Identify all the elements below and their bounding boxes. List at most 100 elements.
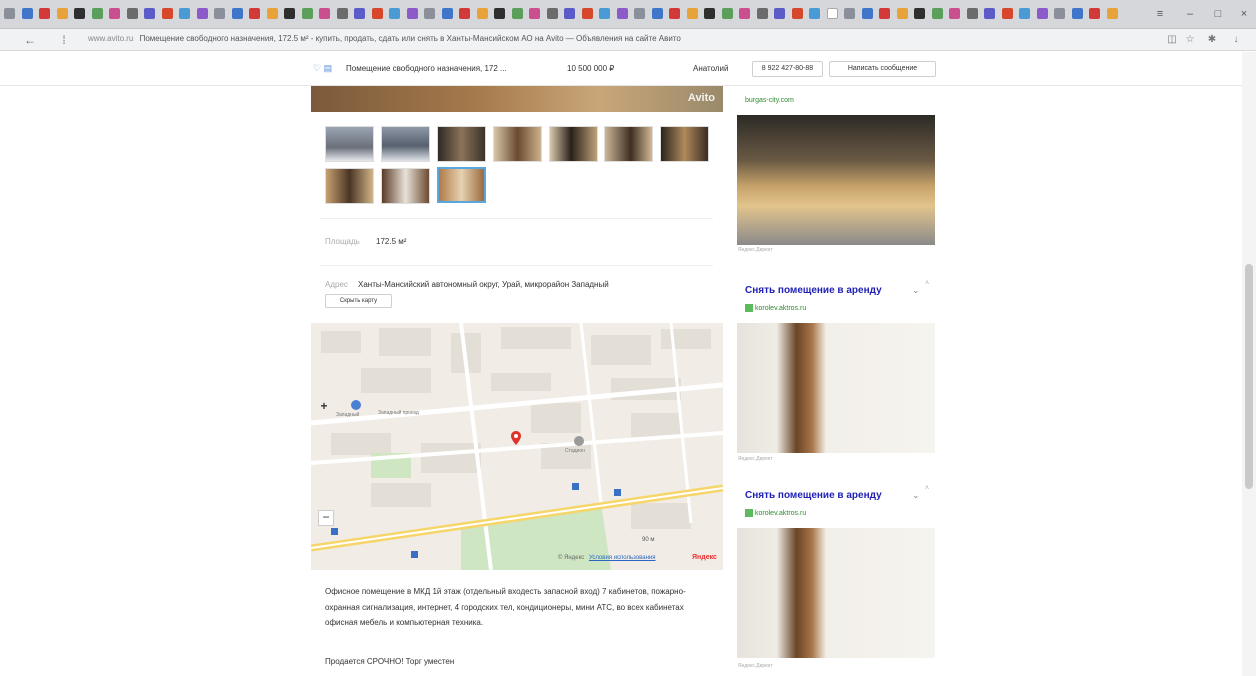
browser-tab[interactable] <box>931 8 943 19</box>
map-zoom-out-button[interactable]: − <box>318 510 334 526</box>
browser-tab[interactable] <box>424 8 435 19</box>
photo-thumbnail-selected[interactable] <box>437 167 486 203</box>
ad-domain[interactable]: korolev.aktros.ru <box>755 305 806 312</box>
photo-thumbnail[interactable] <box>325 168 374 204</box>
ad-menu-chevron-icon[interactable]: ⌄ <box>912 490 920 501</box>
browser-tab[interactable] <box>494 8 505 19</box>
browser-tab[interactable] <box>319 8 330 19</box>
download-icon[interactable]: ↓ <box>1228 32 1244 48</box>
browser-tab[interactable] <box>441 8 453 19</box>
photo-thumbnail[interactable] <box>549 126 598 162</box>
browser-tab[interactable] <box>249 8 260 19</box>
browser-tab[interactable] <box>529 8 540 19</box>
browser-tab[interactable] <box>109 8 120 19</box>
minimize-icon[interactable]: – <box>1182 6 1198 22</box>
map-terms-link[interactable]: Условия использования <box>589 555 656 561</box>
browser-tab[interactable] <box>1071 8 1083 19</box>
browser-tab[interactable] <box>406 8 418 19</box>
browser-tab[interactable] <box>336 8 348 19</box>
ad-close-icon[interactable]: ˄ <box>925 485 929 492</box>
browser-tab[interactable] <box>721 8 733 19</box>
browser-tab[interactable] <box>126 8 138 19</box>
scrollbar-thumb[interactable] <box>1245 264 1253 489</box>
photo-thumbnail[interactable] <box>604 126 653 162</box>
browser-tab[interactable] <box>56 8 68 19</box>
ad-close-icon[interactable]: ˄ <box>925 280 929 287</box>
active-tab[interactable] <box>826 8 838 19</box>
ad-title[interactable]: Снять помещение в аренду <box>745 490 882 501</box>
bookmark-icon[interactable]: ☆ <box>1182 32 1198 48</box>
browser-tab[interactable] <box>634 8 645 19</box>
browser-tab[interactable] <box>354 8 365 19</box>
browser-tab[interactable] <box>74 8 85 19</box>
browser-tab[interactable] <box>4 8 15 19</box>
browser-tab[interactable] <box>669 8 680 19</box>
map[interactable] <box>311 323 723 570</box>
ad-block[interactable]: Снять помещение в аренду ⌄ ˄ korolev.akt… <box>736 275 936 465</box>
browser-tab[interactable] <box>1019 8 1030 19</box>
browser-tab[interactable] <box>1001 8 1013 19</box>
ad-image[interactable] <box>737 528 935 658</box>
browser-tab[interactable] <box>581 8 593 19</box>
browser-tab[interactable] <box>914 8 925 19</box>
browser-tab[interactable] <box>599 8 610 19</box>
ad-domain[interactable]: burgas-city.com <box>745 97 794 104</box>
maximize-icon[interactable]: □ <box>1210 6 1226 22</box>
browser-tab[interactable] <box>704 8 715 19</box>
browser-tab[interactable] <box>739 8 750 19</box>
browser-tab[interactable] <box>756 8 768 19</box>
browser-tab[interactable] <box>896 8 908 19</box>
map-zoom-in-button[interactable]: + <box>316 398 332 414</box>
browser-tab[interactable] <box>844 8 855 19</box>
map-canvas[interactable] <box>311 323 723 570</box>
photo-thumbnail[interactable] <box>437 126 486 162</box>
tab-list-icon[interactable]: ≡ <box>1152 6 1168 22</box>
browser-tab[interactable] <box>39 8 50 19</box>
browser-tab[interactable] <box>459 8 470 19</box>
browser-tab[interactable] <box>616 8 628 19</box>
browser-tab[interactable] <box>196 8 208 19</box>
browser-tab[interactable] <box>389 8 400 19</box>
close-icon[interactable]: × <box>1236 6 1252 22</box>
browser-tab[interactable] <box>546 8 558 19</box>
browser-tab[interactable] <box>231 8 243 19</box>
browser-tab[interactable] <box>144 8 155 19</box>
browser-tab[interactable] <box>284 8 295 19</box>
ad-image[interactable] <box>737 115 935 245</box>
ad-block[interactable]: burgas-city.com Яндекс.Директ <box>736 52 936 253</box>
browser-tab[interactable] <box>179 8 190 19</box>
extensions-icon[interactable]: ✱ <box>1204 32 1220 48</box>
browser-tab[interactable] <box>1054 8 1065 19</box>
browser-tab[interactable] <box>686 8 698 19</box>
browser-tab[interactable] <box>564 8 575 19</box>
browser-tab[interactable] <box>809 8 820 19</box>
browser-tab[interactable] <box>791 8 803 19</box>
map-pin-icon[interactable] <box>511 431 521 445</box>
photo-thumbnail[interactable] <box>660 126 709 162</box>
browser-tab[interactable] <box>879 8 890 19</box>
browser-tab[interactable] <box>21 8 33 19</box>
yandex-logo[interactable]: Яндекс <box>692 554 717 561</box>
browser-tab[interactable] <box>476 8 488 19</box>
browser-tab[interactable] <box>966 8 978 19</box>
photo-thumbnail[interactable] <box>493 126 542 162</box>
ad-title[interactable]: Снять помещение в аренду <box>745 285 882 296</box>
page-scrollbar[interactable] <box>1242 52 1256 676</box>
ad-image[interactable] <box>737 323 935 453</box>
browser-tab[interactable] <box>214 8 225 19</box>
photo-thumbnail[interactable] <box>325 126 374 162</box>
browser-tab[interactable] <box>1089 8 1100 19</box>
photo-thumbnail[interactable] <box>381 168 430 204</box>
back-arrow-icon[interactable]: ← <box>22 32 38 48</box>
browser-tab[interactable] <box>1106 8 1118 19</box>
hide-map-button[interactable]: Скрыть карту <box>325 294 392 308</box>
browser-tab[interactable] <box>161 8 173 19</box>
browser-tab[interactable] <box>266 8 278 19</box>
browser-tab[interactable] <box>774 8 785 19</box>
ad-domain[interactable]: korolev.aktros.ru <box>755 510 806 517</box>
browser-tab[interactable] <box>984 8 995 19</box>
ad-block[interactable]: Снять помещение в аренду ⌄ ˄ korolev.akt… <box>736 480 936 676</box>
photo-thumbnail[interactable] <box>381 126 430 162</box>
url-field[interactable]: www.avito.ru Помещение свободного назнач… <box>88 34 681 43</box>
main-photo[interactable]: Avito <box>311 86 723 112</box>
